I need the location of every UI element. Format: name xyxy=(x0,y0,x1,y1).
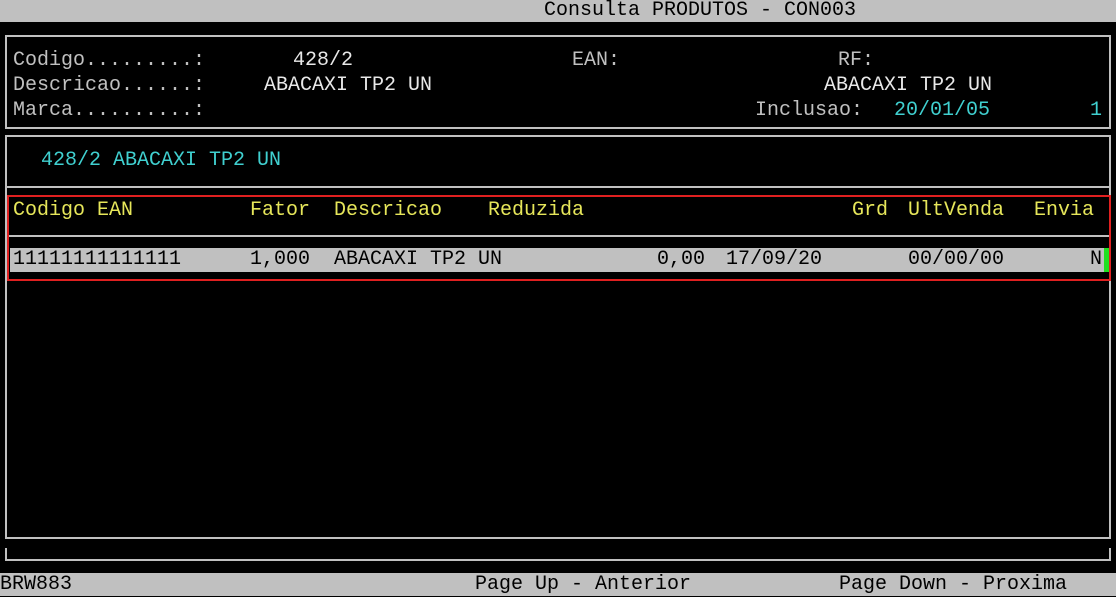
marca-label: Marca..........: xyxy=(13,99,206,122)
window-title: Consulta PRODUTOS - CON003 xyxy=(544,0,857,22)
page-up-hint[interactable]: Page Up - Anterior xyxy=(475,573,691,597)
descricao-right-value: ABACAXI TP2 UN xyxy=(824,74,993,97)
bottom-line-right-tick xyxy=(1109,548,1111,561)
inclusao-label: Inclusao: xyxy=(755,99,864,122)
page-down-hint[interactable]: Page Down - Proxima xyxy=(839,573,1067,597)
bottom-line xyxy=(5,559,1111,561)
ean-label: EAN: xyxy=(572,49,621,72)
page-value: 1 xyxy=(1090,99,1103,122)
codigo-value: 428/2 xyxy=(293,49,354,72)
codigo-label: Codigo.........: xyxy=(13,49,206,72)
product-line: 428/2 ABACAXI TP2 UN xyxy=(41,149,282,172)
descricao-label: Descricao......: xyxy=(13,74,206,97)
title-bar: Consulta PRODUTOS - CON003 xyxy=(0,0,1116,22)
status-bar: BRW883 Page Up - Anterior Page Down - Pr… xyxy=(0,573,1116,596)
inclusao-value: 20/01/05 xyxy=(894,99,991,122)
separator-line xyxy=(7,186,1109,188)
highlight-box xyxy=(7,195,1111,281)
bottom-line-left-tick xyxy=(5,548,7,561)
program-code: BRW883 xyxy=(0,573,73,596)
descricao-value: ABACAXI TP2 UN xyxy=(264,74,433,97)
rf-label: RF: xyxy=(838,49,875,72)
